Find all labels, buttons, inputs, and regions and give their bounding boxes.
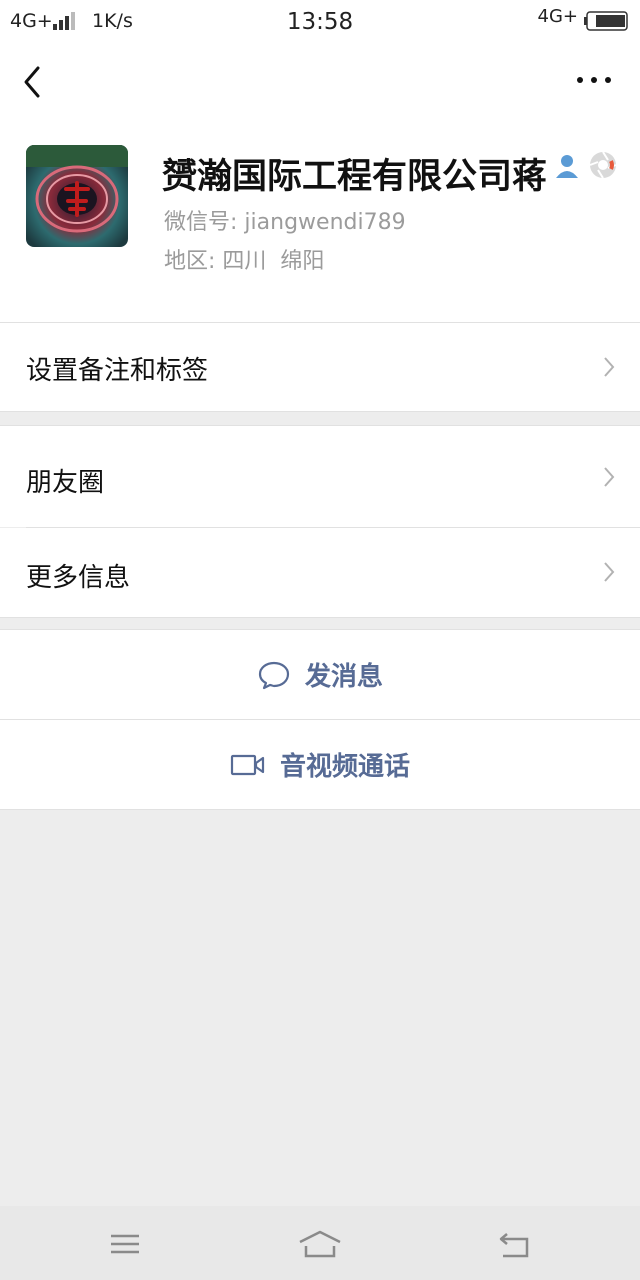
chat-bubble-icon bbox=[258, 661, 290, 689]
send-message-label: 发消息 bbox=[304, 662, 383, 692]
divider bbox=[0, 617, 640, 618]
more-info-item[interactable]: 更多信息 bbox=[0, 528, 640, 617]
person-icon bbox=[556, 155, 578, 178]
avatar[interactable] bbox=[26, 145, 128, 247]
system-nav-bar bbox=[0, 1206, 640, 1280]
wechat-id: 微信号: jiangwendi789 bbox=[164, 204, 406, 236]
home-icon[interactable] bbox=[297, 1226, 343, 1262]
video-call-label: 音视频通话 bbox=[279, 752, 410, 782]
network-indicator-secondary: 4G+ bbox=[537, 6, 578, 27]
shutter-icon bbox=[589, 151, 617, 179]
region-value: 四川 绵阳 bbox=[222, 249, 325, 274]
wechat-id-label: 微信号: bbox=[164, 210, 238, 235]
set-remarks-tags-item[interactable]: 设置备注和标签 bbox=[0, 323, 640, 411]
set-remarks-tags-label: 设置备注和标签 bbox=[26, 356, 209, 386]
back-nav-icon[interactable] bbox=[497, 1226, 533, 1262]
chevron-right-icon bbox=[604, 467, 615, 487]
back-icon[interactable] bbox=[16, 62, 50, 102]
battery-icon bbox=[584, 11, 628, 31]
more-dots-icon[interactable] bbox=[572, 70, 616, 90]
moments-item[interactable]: 朋友圈 bbox=[0, 426, 640, 527]
video-call-button[interactable]: 音视频通话 bbox=[0, 720, 640, 809]
region: 地区: 四川 绵阳 bbox=[164, 243, 324, 275]
menu-icon[interactable] bbox=[107, 1226, 143, 1262]
divider bbox=[0, 411, 640, 412]
status-bar: 4G+ 1K/s 13:58 4G+ bbox=[0, 0, 640, 44]
send-message-button[interactable]: 发消息 bbox=[0, 630, 640, 719]
contact-name: 赟瀚国际工程有限公司蒋 bbox=[162, 157, 548, 197]
divider bbox=[0, 809, 640, 810]
region-label: 地区: bbox=[164, 249, 216, 274]
wechat-id-value: jiangwendi789 bbox=[244, 210, 406, 235]
video-camera-icon bbox=[230, 754, 265, 775]
profile-header: 赟瀚国际工程有限公司蒋 微信号: jiangwendi789 地区: 四川 绵阳 bbox=[0, 44, 640, 322]
more-info-label: 更多信息 bbox=[26, 563, 131, 593]
chevron-right-icon bbox=[604, 562, 615, 582]
moments-label: 朋友圈 bbox=[26, 468, 105, 498]
chevron-right-icon bbox=[604, 357, 615, 377]
